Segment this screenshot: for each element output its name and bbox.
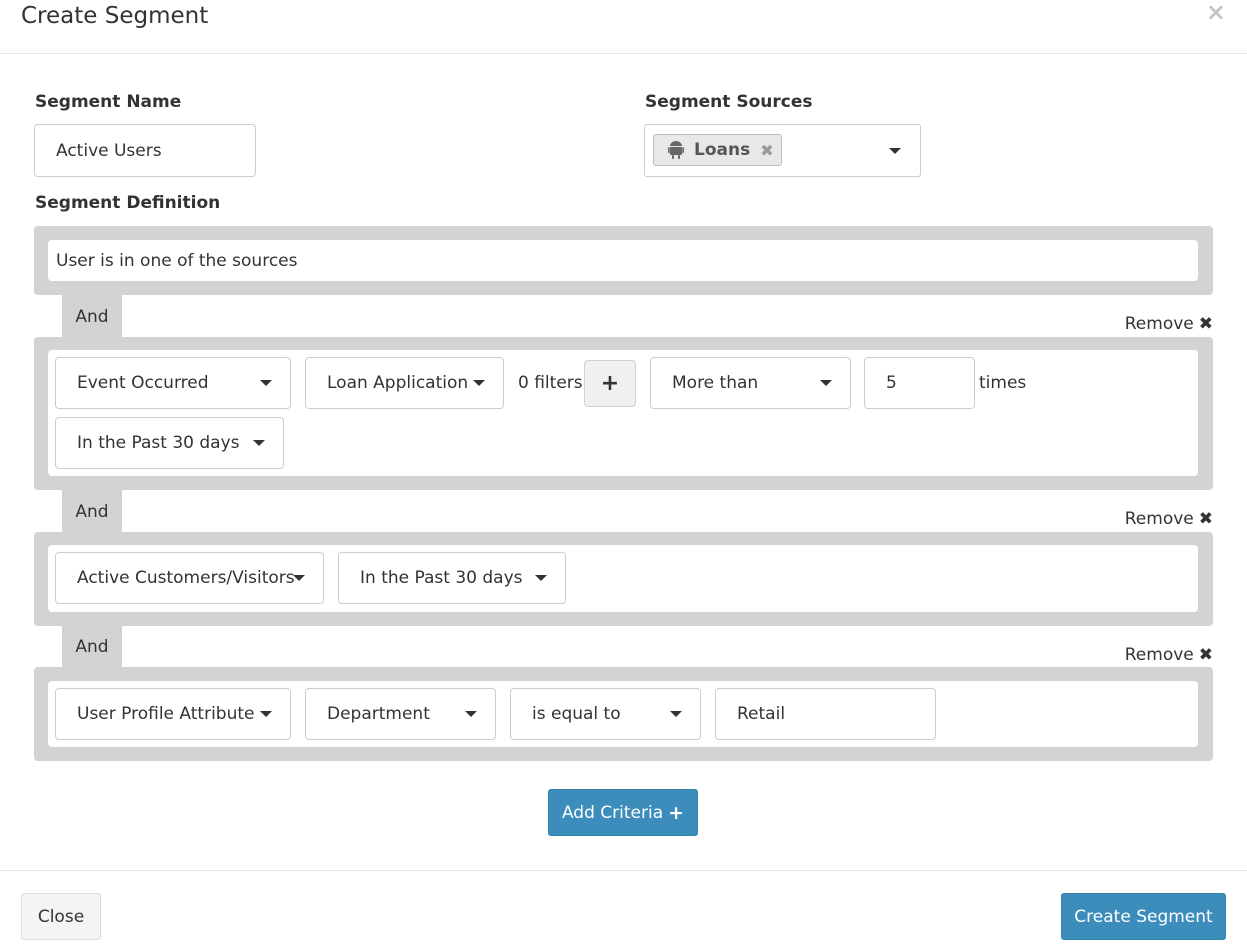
comparison-value: More than [672, 373, 759, 393]
remove-label: Remove [1124, 314, 1194, 334]
period-select[interactable]: In the Past 30 days [55, 417, 284, 469]
source-tag-label: Loans [694, 140, 751, 160]
chevron-down-icon [293, 575, 305, 581]
criteria-type-value: User Profile Attribute [77, 704, 255, 724]
remove-criteria-button[interactable]: Remove ✖ [1125, 509, 1213, 529]
and-connector: And [62, 626, 122, 668]
modal-header: Create Segment × [0, 0, 1247, 54]
close-icon: ✖ [1198, 314, 1213, 334]
modal-title: Create Segment [21, 3, 209, 29]
close-icon: ✖ [1198, 509, 1213, 529]
modal-footer [0, 870, 1247, 947]
operator-value: is equal to [532, 704, 621, 724]
comparison-select[interactable]: More than [650, 357, 851, 409]
filters-count: 0 filters [518, 373, 583, 393]
base-criteria-block: User is in one of the sources [34, 226, 1213, 295]
chevron-down-icon [253, 440, 265, 446]
attribute-select[interactable]: Department [305, 688, 496, 740]
criteria-type-select[interactable]: User Profile Attribute [55, 688, 291, 740]
close-icon: ✖ [1198, 645, 1213, 665]
and-connector: And [62, 295, 122, 338]
operator-select[interactable]: is equal to [510, 688, 701, 740]
segment-definition-label: Segment Definition [35, 193, 221, 213]
android-icon [668, 141, 684, 159]
create-segment-button[interactable]: Create Segment [1061, 893, 1226, 940]
criteria-type-value: Event Occurred [77, 373, 209, 393]
count-input[interactable]: 5 [864, 357, 975, 409]
chevron-down-icon [465, 711, 477, 717]
chevron-down-icon [889, 148, 901, 154]
criteria-type-select[interactable]: Active Customers/Visitors [55, 552, 324, 604]
period-value: In the Past 30 days [360, 568, 523, 588]
close-icon[interactable]: × [1206, 0, 1226, 24]
times-label: times [979, 373, 1027, 393]
add-criteria-label: Add Criteria [561, 802, 664, 823]
remove-criteria-button[interactable]: Remove ✖ [1125, 645, 1213, 665]
chevron-down-icon [260, 711, 272, 717]
segment-sources-label: Segment Sources [645, 92, 813, 112]
base-criteria-text: User is in one of the sources [48, 240, 1198, 281]
tag-remove-icon[interactable]: ✖ [760, 141, 773, 160]
add-filter-button[interactable]: + [584, 360, 636, 407]
close-button[interactable]: Close [21, 893, 101, 940]
segment-sources-select[interactable]: Loans ✖ [644, 124, 921, 177]
chevron-down-icon [670, 711, 682, 717]
source-tag: Loans ✖ [653, 134, 782, 166]
chevron-down-icon [820, 380, 832, 386]
event-select[interactable]: Loan Application [305, 357, 504, 409]
criteria-type-value: Active Customers/Visitors [77, 568, 295, 588]
event-value: Loan Application [327, 373, 469, 393]
chevron-down-icon [473, 380, 485, 386]
period-select[interactable]: In the Past 30 days [338, 552, 566, 604]
chevron-down-icon [260, 380, 272, 386]
segment-name-input[interactable]: Active Users [34, 124, 256, 177]
segment-name-label: Segment Name [35, 92, 182, 112]
remove-label: Remove [1124, 645, 1194, 665]
remove-criteria-button[interactable]: Remove ✖ [1125, 314, 1213, 334]
plus-icon: + [668, 801, 685, 824]
remove-label: Remove [1124, 509, 1194, 529]
chevron-down-icon [535, 575, 547, 581]
criteria-type-select[interactable]: Event Occurred [55, 357, 291, 409]
attribute-value: Department [327, 704, 430, 724]
period-value: In the Past 30 days [77, 433, 240, 453]
add-criteria-button[interactable]: Add Criteria + [548, 789, 698, 836]
attribute-value-input[interactable]: Retail [715, 688, 936, 740]
and-connector: And [62, 490, 122, 533]
